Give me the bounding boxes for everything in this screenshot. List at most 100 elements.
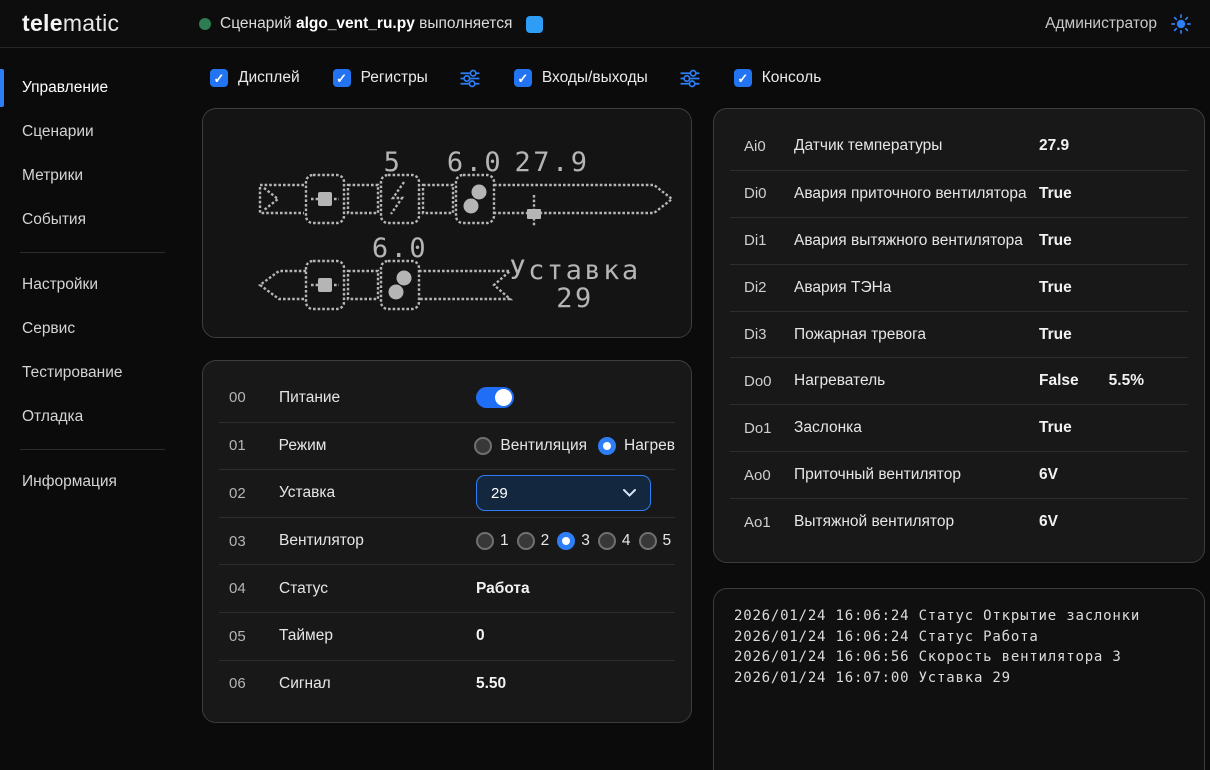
- header-bar: telematic Сценарий algo_vent_ru.py выпол…: [0, 0, 1210, 48]
- sidebar-item-label: События: [22, 211, 86, 229]
- register-label: Уставка: [279, 484, 476, 502]
- checkbox-icon[interactable]: [734, 69, 752, 87]
- register-address: 06: [229, 675, 279, 692]
- setpoint-select[interactable]: 29: [476, 475, 651, 511]
- register-label: Таймер: [279, 627, 476, 645]
- power-toggle[interactable]: [476, 387, 514, 408]
- io-row-ao1: Ao1 Вытяжной вентилятор 6V: [730, 498, 1188, 545]
- io-value: 27.9: [1039, 137, 1069, 155]
- view-toggle-console[interactable]: Консоль: [734, 69, 822, 87]
- checkbox-icon[interactable]: [333, 69, 351, 87]
- io-code: Di3: [744, 326, 794, 343]
- io-label: Заслонка: [794, 419, 1039, 437]
- io-row-di0: Di0 Авария приточного вентилятора True: [730, 170, 1188, 217]
- register-row-mode: 01 Режим Вентиляция Нагрев: [219, 422, 675, 470]
- io-value: True: [1039, 419, 1072, 437]
- app-root: telematic Сценарий algo_vent_ru.py выпол…: [0, 0, 1210, 770]
- radio-icon[interactable]: [598, 437, 616, 455]
- radio-icon[interactable]: [474, 437, 492, 455]
- timer-value: 0: [476, 627, 485, 645]
- checkbox-icon[interactable]: [210, 69, 228, 87]
- sidebar-item-info[interactable]: Информация: [0, 460, 200, 504]
- io-label: Пожарная тревога: [794, 326, 1039, 344]
- sidebar-item-debug[interactable]: Отладка: [0, 395, 200, 439]
- lcd-exhaust-outlet: [260, 271, 306, 299]
- mode-option-heating[interactable]: Нагрев: [598, 437, 675, 455]
- io-row-do0: Do0 Нагреватель False 5.5%: [730, 357, 1188, 404]
- radio-icon[interactable]: [476, 532, 494, 550]
- io-value: True: [1039, 232, 1072, 250]
- console-panel: 2026/01/24 16:06:24 Статус Открытие засл…: [713, 588, 1205, 770]
- radio-label: 1: [500, 532, 509, 550]
- setpoint-select-value: 29: [491, 485, 508, 502]
- chevron-down-icon: [623, 489, 636, 497]
- io-row-ao0: Ao0 Приточный вентилятор 6V: [730, 451, 1188, 498]
- lcd-lightning-icon: [391, 182, 404, 214]
- register-row-fan-speed: 03 Вентилятор 1 2 3: [219, 517, 675, 565]
- io-code: Do1: [744, 420, 794, 437]
- fan-speed-option-1[interactable]: 1: [476, 532, 509, 550]
- sidebar-nav: Управление Сценарии Метрики События Наст…: [0, 48, 200, 770]
- view-toggle-label: Регистры: [361, 69, 428, 87]
- register-address: 04: [229, 580, 279, 597]
- sidebar-item-events[interactable]: События: [0, 198, 200, 242]
- io-row-ai0: Ai0 Датчик температуры 27.9: [730, 123, 1188, 170]
- view-toggle-io[interactable]: Входы/выходы: [514, 69, 648, 87]
- radio-icon[interactable]: [557, 532, 575, 550]
- running-status-dot-icon: [199, 18, 211, 30]
- io-code: Ao0: [744, 467, 794, 484]
- radio-icon[interactable]: [639, 532, 657, 550]
- io-value: True: [1039, 185, 1072, 203]
- sidebar-item-metrics[interactable]: Метрики: [0, 154, 200, 198]
- register-label: Статус: [279, 580, 476, 598]
- stop-scenario-button[interactable]: [526, 16, 543, 33]
- io-filter-button[interactable]: [679, 68, 701, 89]
- io-label: Авария ТЭНа: [794, 279, 1039, 297]
- sidebar-item-testing[interactable]: Тестирование: [0, 351, 200, 395]
- radio-icon[interactable]: [517, 532, 535, 550]
- sidebar-item-scenarios[interactable]: Сценарии: [0, 110, 200, 154]
- view-toggle-display[interactable]: Дисплей: [210, 69, 300, 87]
- lcd-supply-fan-value: 6.0: [447, 147, 503, 178]
- io-code: Di0: [744, 185, 794, 202]
- fan-speed-option-5[interactable]: 5: [639, 532, 672, 550]
- mode-option-ventilation[interactable]: Вентиляция: [474, 437, 587, 455]
- mode-radio-group: Вентиляция Нагрев: [474, 437, 675, 455]
- io-row-di2: Di2 Авария ТЭНа True: [730, 264, 1188, 311]
- register-row-status: 04 Статус Работа: [219, 564, 675, 612]
- fan-speed-option-2[interactable]: 2: [517, 532, 550, 550]
- register-label: Режим: [279, 437, 475, 455]
- registers-filter-button[interactable]: [459, 68, 481, 89]
- register-row-power: 00 Питание: [219, 374, 675, 422]
- fan-speed-option-3[interactable]: 3: [557, 532, 590, 550]
- register-label: Вентилятор: [279, 532, 476, 550]
- radio-label: 3: [581, 532, 590, 550]
- sidebar-divider: [20, 252, 165, 253]
- io-code: Di2: [744, 279, 794, 296]
- sidebar-item-control[interactable]: Управление: [0, 66, 200, 110]
- io-row-do1: Do1 Заслонка True: [730, 404, 1188, 451]
- lcd-setpoint-label: Уставка: [509, 255, 640, 286]
- scenario-status-text: Сценарий algo_vent_ru.py выполняется: [220, 15, 512, 33]
- register-label: Питание: [279, 389, 476, 407]
- io-value: 6V: [1039, 466, 1058, 484]
- theme-toggle-button[interactable]: [1170, 13, 1192, 35]
- sidebar-item-settings[interactable]: Настройки: [0, 263, 200, 307]
- registers-panel: 00 Питание 01 Режим Вентиляция Нагрев: [202, 360, 692, 723]
- register-address: 05: [229, 628, 279, 645]
- io-label: Датчик температуры: [794, 137, 1039, 155]
- io-value: True: [1039, 326, 1072, 344]
- fan-speed-option-4[interactable]: 4: [598, 532, 631, 550]
- sidebar-item-service[interactable]: Сервис: [0, 307, 200, 351]
- checkbox-icon[interactable]: [514, 69, 532, 87]
- radio-icon[interactable]: [598, 532, 616, 550]
- io-code: Ai0: [744, 138, 794, 155]
- view-toggle-label: Консоль: [762, 69, 822, 87]
- app-logo: telematic: [22, 10, 119, 37]
- register-address: 01: [229, 437, 279, 454]
- view-toggle-registers[interactable]: Регистры: [333, 69, 428, 87]
- lcd-heater-box: [381, 175, 419, 223]
- io-label: Приточный вентилятор: [794, 466, 1039, 484]
- io-value: True: [1039, 279, 1072, 297]
- fan-speed-radio-group: 1 2 3 4 5: [476, 532, 671, 550]
